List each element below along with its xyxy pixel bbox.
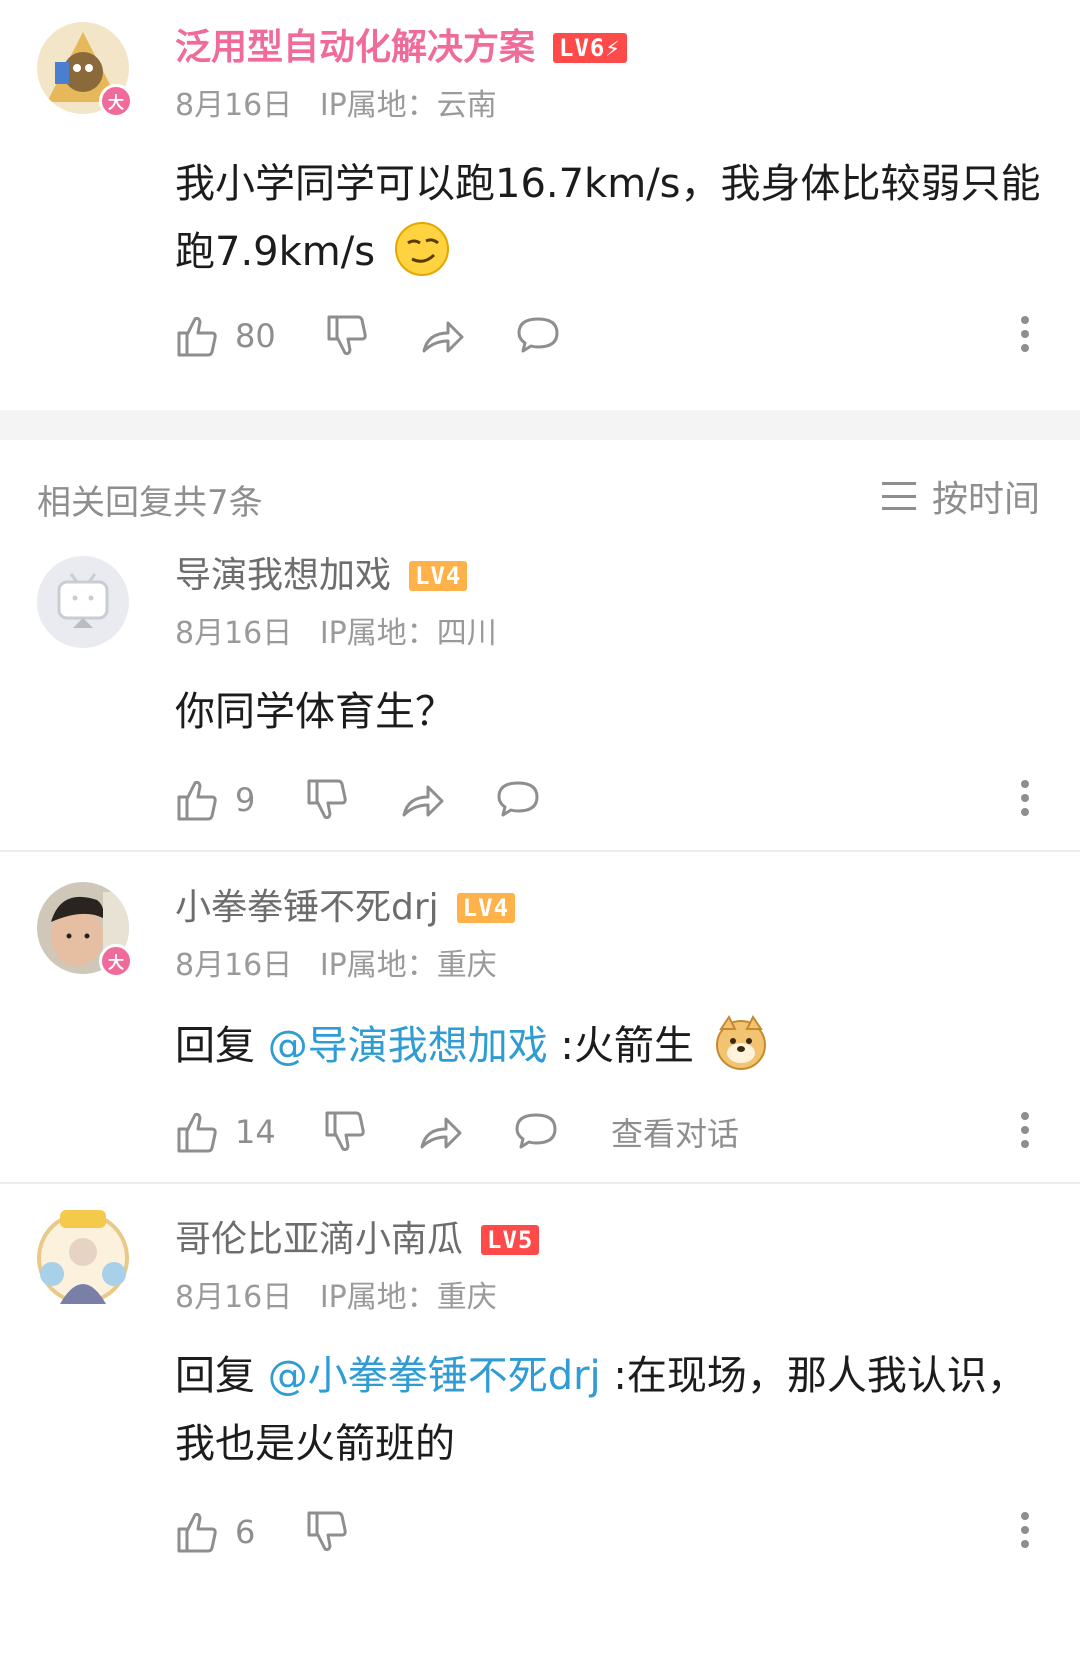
thumbs-up-icon: [177, 1512, 217, 1553]
doge-emoji-icon: [715, 1015, 766, 1070]
reply-prefix: 回复: [175, 1023, 255, 1069]
username[interactable]: 导演我想加戏 LV4: [175, 554, 468, 598]
section-divider: [0, 410, 1080, 440]
level-badge: LV4: [409, 561, 468, 591]
comment-meta: 8月16日 IP属地：重庆: [175, 1272, 497, 1316]
view-conversation-link[interactable]: 查看对话: [611, 1102, 739, 1162]
comment-date: 8月16日: [175, 88, 293, 123]
comment-meta: 8月16日 IP属地：重庆: [175, 940, 497, 984]
dislike-button[interactable]: [323, 1102, 369, 1162]
comment-bubble-icon: [497, 781, 539, 817]
share-icon: [420, 1117, 462, 1149]
comment-body: 你同学体育生？: [175, 689, 455, 735]
more-options-button[interactable]: [1015, 1506, 1035, 1558]
like-button[interactable]: 9: [175, 770, 255, 830]
username-text[interactable]: 导演我想加戏: [175, 554, 391, 598]
username-text[interactable]: 泛用型自动化解决方案: [175, 26, 535, 70]
like-count: 14: [235, 1113, 276, 1151]
level-badge: LV5: [481, 1225, 540, 1255]
share-button[interactable]: [420, 306, 466, 366]
ip-location: IP属地：重庆: [319, 948, 497, 983]
dislike-button[interactable]: [305, 1502, 351, 1562]
comment-text: 我小学同学可以跑16.7km/s，我身体比较弱只能跑7.9km/s: [175, 150, 1055, 286]
avatar-image: [30, 1204, 136, 1310]
comment-date: 8月16日: [175, 616, 293, 651]
avatar[interactable]: [30, 1204, 136, 1310]
avatar-image: [37, 556, 129, 648]
comment-text: 你同学体育生？: [175, 678, 1055, 746]
ip-location: IP属地：四川: [319, 616, 497, 651]
share-button[interactable]: [418, 1102, 464, 1162]
main-comment: 大 泛用型自动化解决方案 LV6⚡ 8月16日 IP属地：云南 我小学同学可以跑…: [0, 0, 1080, 410]
username[interactable]: 小拳拳锤不死drj LV4: [175, 886, 516, 930]
like-button[interactable]: 14: [175, 1102, 276, 1162]
reply-button[interactable]: [495, 770, 541, 830]
replies-count-label: 相关回复共7条: [37, 483, 263, 523]
comment-actions: 80: [175, 306, 1035, 366]
share-icon: [422, 321, 464, 353]
reply-comment: 导演我想加戏 LV4 8月16日 IP属地：四川 你同学体育生？ 9: [0, 530, 1080, 850]
thumbs-down-icon: [325, 1111, 365, 1152]
mention-link[interactable]: @小拳拳锤不死drj: [268, 1353, 601, 1399]
like-count: 6: [235, 1513, 256, 1551]
username-text[interactable]: 哥伦比亚滴小南瓜: [175, 1218, 463, 1262]
level-badge: LV6⚡: [553, 33, 627, 63]
thumbs-up-icon: [177, 1112, 217, 1153]
thumbs-down-icon: [307, 1511, 347, 1552]
like-count: 80: [235, 317, 276, 355]
avatar[interactable]: 大: [37, 882, 133, 978]
level-badge: LV4: [456, 893, 516, 923]
ip-location: IP属地：云南: [319, 88, 497, 123]
sort-lines-icon: [881, 482, 916, 510]
comment-text: 回复 @导演我想加戏 :火箭生: [175, 1012, 1055, 1080]
mention-link[interactable]: @导演我想加戏: [268, 1023, 548, 1069]
comment-actions: 14 查看对话: [175, 1102, 1035, 1162]
vip-badge: 大: [99, 84, 133, 118]
smirk-emoji-icon: [394, 222, 449, 276]
reply-button[interactable]: [515, 306, 561, 366]
thumbs-up-icon: [177, 316, 217, 357]
username-text[interactable]: 小拳拳锤不死drj: [175, 886, 439, 930]
username[interactable]: 泛用型自动化解决方案 LV6⚡: [175, 26, 627, 70]
sort-by-time-button[interactable]: 按时间: [881, 470, 1040, 522]
username[interactable]: 哥伦比亚滴小南瓜 LV5: [175, 1218, 540, 1262]
dislike-button[interactable]: [305, 770, 351, 830]
view-conversation-label: 查看对话: [611, 1115, 740, 1153]
reply-prefix: 回复: [175, 1353, 255, 1399]
thumbs-up-icon: [177, 780, 217, 821]
comment-date: 8月16日: [175, 948, 293, 983]
thumbs-down-icon: [307, 779, 347, 820]
thumbs-down-icon: [327, 315, 367, 356]
share-button[interactable]: [400, 770, 446, 830]
reply-comment: 大 小拳拳锤不死drj LV4 8月16日 IP属地：重庆 回复 @导演我想加戏…: [0, 852, 1080, 1182]
comment-meta: 8月16日 IP属地：四川: [175, 608, 497, 652]
comment-text: 回复 @小拳拳锤不死drj :在现场，那人我认识，我也是火箭班的: [175, 1342, 1055, 1478]
dislike-button[interactable]: [325, 306, 371, 366]
comment-bubble-icon: [517, 317, 559, 353]
comment-meta: 8月16日 IP属地：云南: [175, 80, 497, 124]
reply-button[interactable]: [513, 1102, 559, 1162]
avatar[interactable]: 大: [37, 22, 133, 118]
comment-bubble-icon: [515, 1113, 557, 1149]
comment-body: :火箭生: [547, 1023, 694, 1069]
more-options-button[interactable]: [1015, 774, 1035, 826]
share-icon: [402, 785, 444, 817]
comment-actions: 9: [175, 770, 1035, 830]
more-options-button[interactable]: [1015, 1106, 1035, 1158]
comment-date: 8月16日: [175, 1280, 293, 1315]
comment-body: 我小学同学可以跑16.7km/s，我身体比较弱只能跑7.9km/s: [175, 161, 1041, 275]
like-button[interactable]: 80: [175, 306, 276, 366]
sort-label: 按时间: [931, 479, 1040, 520]
comment-actions: 6: [175, 1502, 1035, 1562]
vip-badge: 大: [99, 944, 133, 978]
ip-location: IP属地：重庆: [319, 1280, 497, 1315]
reply-comment: 哥伦比亚滴小南瓜 LV5 8月16日 IP属地：重庆 回复 @小拳拳锤不死drj…: [0, 1184, 1080, 1664]
avatar[interactable]: [37, 556, 129, 648]
like-count: 9: [235, 781, 256, 819]
more-options-button[interactable]: [1015, 310, 1035, 362]
like-button[interactable]: 6: [175, 1502, 255, 1562]
